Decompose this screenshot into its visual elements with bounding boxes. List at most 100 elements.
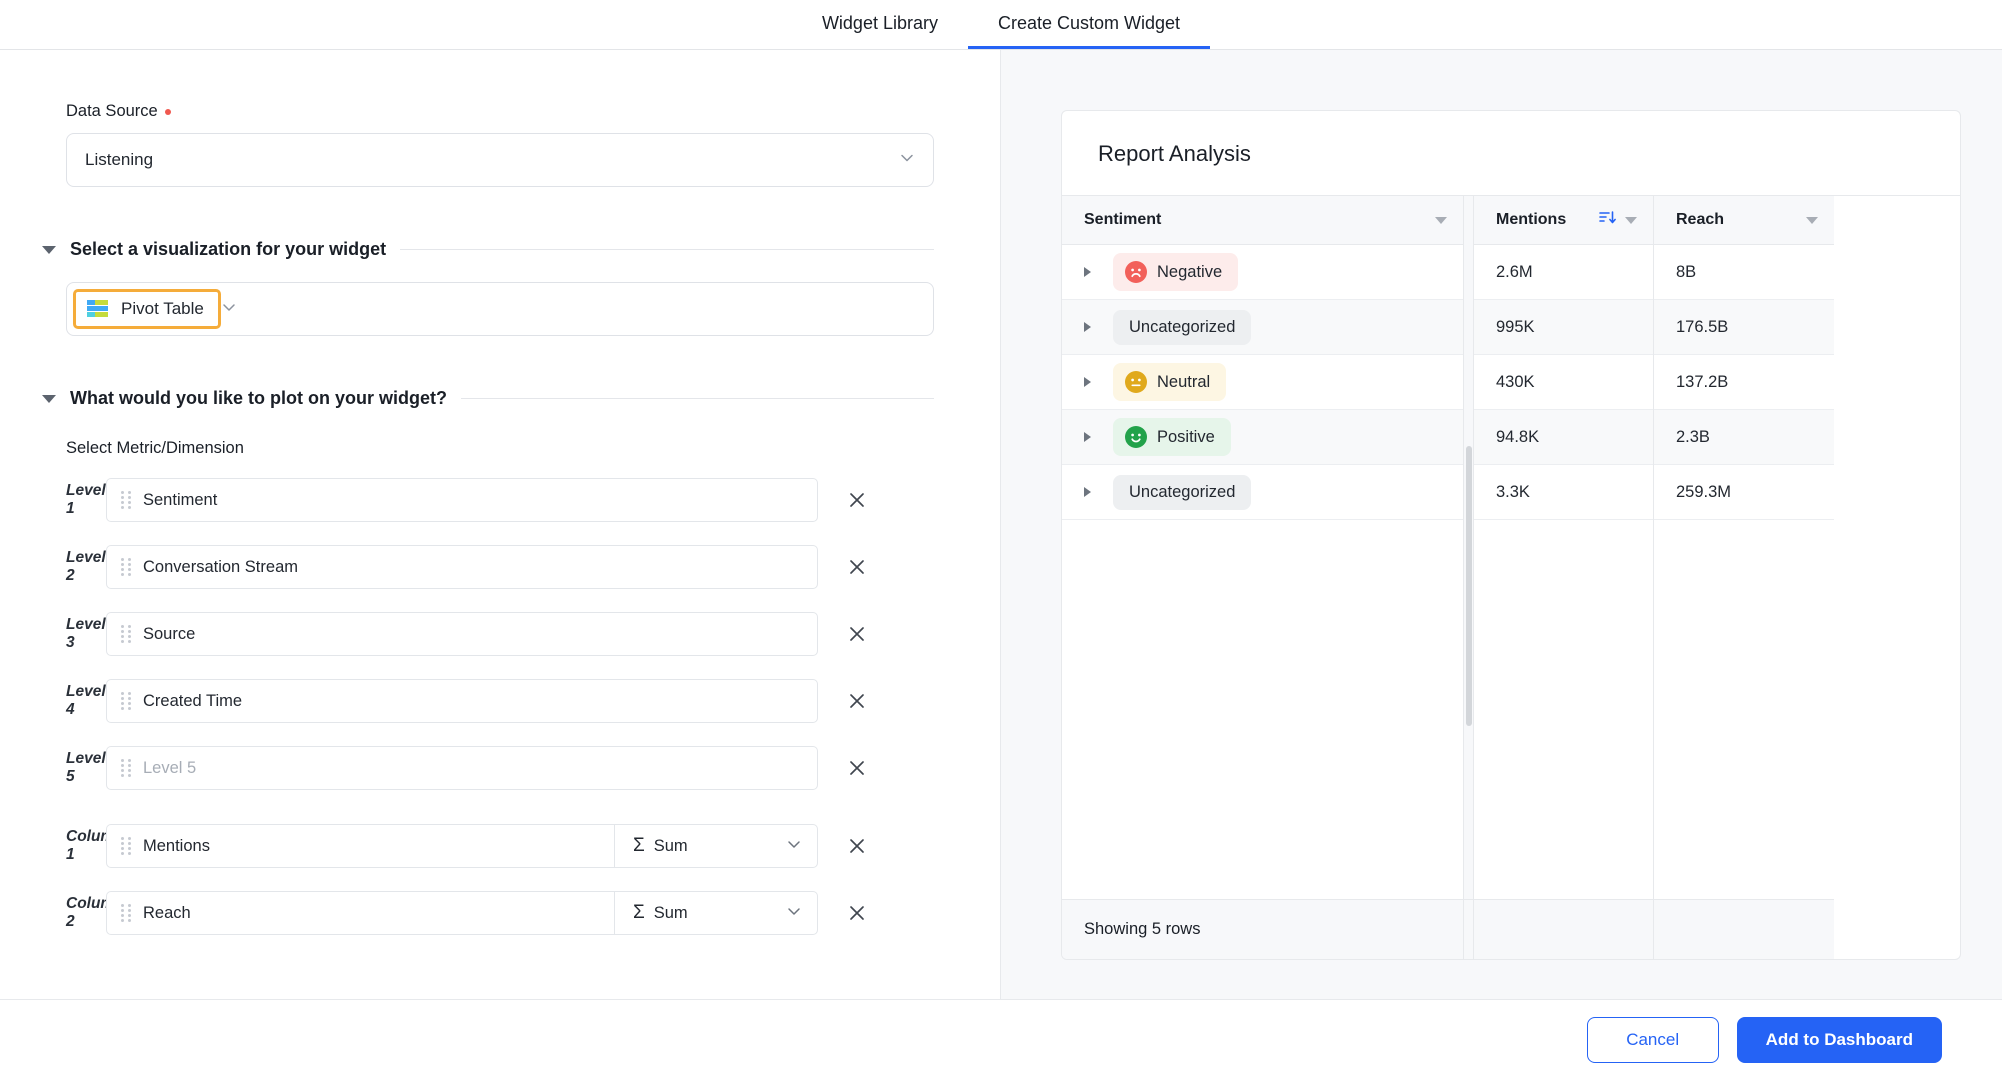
tab-widget-library[interactable]: Widget Library bbox=[792, 14, 968, 49]
caret-down-icon[interactable] bbox=[42, 394, 56, 403]
close-icon[interactable] bbox=[838, 894, 876, 932]
footer-mentions-cell bbox=[1474, 899, 1654, 959]
drag-handle-icon[interactable] bbox=[121, 624, 132, 644]
chevron-down-icon bbox=[899, 150, 915, 171]
cancel-button[interactable]: Cancel bbox=[1586, 1016, 1719, 1063]
level-row-list: Level 1 Sentiment Level 2 Conversation Stre… bbox=[0, 474, 1000, 794]
tab-create-custom-widget[interactable]: Create Custom Widget bbox=[967, 14, 1211, 49]
caret-right-icon[interactable] bbox=[1084, 377, 1091, 387]
footer-gutter bbox=[1464, 899, 1474, 959]
empty-area bbox=[1062, 520, 1463, 899]
close-icon[interactable] bbox=[838, 481, 876, 519]
sort-descending-icon[interactable] bbox=[1599, 210, 1617, 230]
smile-face-icon bbox=[1125, 426, 1147, 448]
plot-section-header: What would you like to plot on your widg… bbox=[42, 388, 934, 409]
preview-card: Report Analysis Sentiment Negative Uncate… bbox=[1061, 110, 1961, 960]
chevron-down-icon[interactable] bbox=[1435, 216, 1447, 224]
sentiment-label: Positive bbox=[1157, 427, 1215, 446]
drag-handle-icon[interactable] bbox=[121, 758, 132, 778]
level-row: Level 4 Created Time bbox=[0, 675, 1000, 727]
pivot-footer-row: Showing 5 rows bbox=[1062, 899, 1960, 959]
column-label: Column 2 bbox=[66, 895, 124, 930]
level-row: Level 1 Sentiment bbox=[0, 474, 1000, 526]
level-label: Level 3 bbox=[66, 616, 106, 651]
close-icon[interactable] bbox=[838, 682, 876, 720]
column-field-value: Mentions bbox=[143, 836, 210, 855]
mentions-cell: 2.6M bbox=[1474, 245, 1653, 300]
column-header-sentiment[interactable]: Sentiment bbox=[1062, 196, 1463, 245]
drag-handle-icon[interactable] bbox=[121, 490, 132, 510]
column-row-list: Column 1 Mentions Σ Sum Column 2 Reach Σ Sum bbox=[0, 820, 1000, 939]
reach-cell: 137.2B bbox=[1654, 355, 1834, 410]
level-field-3[interactable]: Source bbox=[106, 612, 818, 656]
level-label: Level 4 bbox=[66, 683, 106, 718]
data-source-value: Listening bbox=[85, 150, 154, 169]
sentiment-badge: Uncategorized bbox=[1113, 474, 1252, 510]
sentiment-label: Uncategorized bbox=[1129, 482, 1236, 501]
sentiment-label: Neutral bbox=[1157, 372, 1211, 391]
mentions-cell: 3.3K bbox=[1474, 465, 1653, 520]
column-header-label: Sentiment bbox=[1084, 211, 1162, 228]
caret-right-icon[interactable] bbox=[1084, 487, 1091, 497]
aggregation-select-1[interactable]: Σ Sum bbox=[614, 824, 818, 868]
data-source-label: Data Source bbox=[66, 102, 1000, 121]
vertical-scrollbar[interactable] bbox=[1464, 196, 1474, 899]
level-field-value: Sentiment bbox=[143, 490, 218, 509]
column-header-mentions[interactable]: Mentions bbox=[1474, 196, 1653, 245]
top-tab-bar: Widget Library Create Custom Widget bbox=[0, 0, 2002, 50]
sigma-icon: Σ bbox=[633, 835, 645, 856]
table-row: Uncategorized bbox=[1062, 300, 1463, 355]
scrollbar-thumb[interactable] bbox=[1466, 446, 1472, 726]
close-icon[interactable] bbox=[838, 749, 876, 787]
reach-cell: 259.3M bbox=[1654, 465, 1834, 520]
level-field-5[interactable]: Level 5 bbox=[106, 746, 818, 790]
caret-right-icon[interactable] bbox=[1084, 322, 1091, 332]
pivot-column-reach: Reach 8B 176.5B 137.2B 2.3B 259.3M bbox=[1654, 196, 1834, 899]
data-source-select[interactable]: Listening bbox=[66, 133, 934, 187]
page-body: Data Source Listening Select a visualiza… bbox=[0, 50, 2002, 1079]
reach-cell: 8B bbox=[1654, 245, 1834, 300]
neutral-face-icon bbox=[1125, 371, 1147, 393]
level-field-2[interactable]: Conversation Stream bbox=[106, 545, 818, 589]
caret-right-icon[interactable] bbox=[1084, 432, 1091, 442]
column-header-label: Reach bbox=[1676, 211, 1725, 228]
widget-config-panel: Data Source Listening Select a visualiza… bbox=[0, 50, 1000, 1079]
drag-handle-icon[interactable] bbox=[121, 836, 132, 856]
caret-right-icon[interactable] bbox=[1084, 267, 1091, 277]
pivot-table-icon bbox=[87, 299, 109, 319]
drag-handle-icon[interactable] bbox=[121, 903, 132, 923]
visualization-select[interactable]: Pivot Table bbox=[66, 282, 934, 336]
select-metric-dimension-label: Select Metric/Dimension bbox=[66, 439, 244, 457]
pivot-column-mentions: Mentions 2.6M 995K 430K 94.8K 3.3K bbox=[1474, 196, 1654, 899]
mentions-cell: 94.8K bbox=[1474, 410, 1653, 465]
level-label: Level 5 bbox=[66, 750, 106, 785]
sentiment-badge: Uncategorized bbox=[1113, 309, 1252, 345]
action-bar: Cancel Add to Dashboard bbox=[0, 999, 2002, 1079]
sentiment-badge: Negative bbox=[1113, 253, 1239, 291]
drag-handle-icon[interactable] bbox=[121, 557, 132, 577]
close-icon[interactable] bbox=[838, 615, 876, 653]
close-icon[interactable] bbox=[838, 548, 876, 586]
add-to-dashboard-button[interactable]: Add to Dashboard bbox=[1736, 1016, 1942, 1063]
chevron-down-icon bbox=[221, 299, 237, 320]
aggregation-value: Sum bbox=[653, 903, 688, 922]
drag-handle-icon[interactable] bbox=[121, 691, 132, 711]
level-field-4[interactable]: Created Time bbox=[106, 679, 818, 723]
pivot-table: Sentiment Negative Uncategorized Neutral Po… bbox=[1062, 195, 1960, 899]
close-icon[interactable] bbox=[838, 827, 876, 865]
frown-face-icon bbox=[1125, 261, 1147, 283]
column-header-reach[interactable]: Reach bbox=[1654, 196, 1834, 245]
column-field-2[interactable]: Reach bbox=[106, 891, 614, 935]
required-dot-icon bbox=[164, 108, 171, 115]
caret-down-icon[interactable] bbox=[42, 245, 56, 254]
sentiment-label: Uncategorized bbox=[1129, 317, 1236, 336]
aggregation-select-2[interactable]: Σ Sum bbox=[614, 891, 818, 935]
visualization-selected-label: Pivot Table bbox=[121, 299, 204, 318]
chevron-down-icon[interactable] bbox=[1625, 216, 1637, 224]
level-field-1[interactable]: Sentiment bbox=[106, 478, 818, 522]
column-field-1[interactable]: Mentions bbox=[106, 824, 614, 868]
chevron-down-icon[interactable] bbox=[1806, 216, 1818, 224]
level-field-value: Level 5 bbox=[143, 758, 197, 777]
level-field-value: Created Time bbox=[143, 691, 243, 710]
visualization-selected-chip-pivot-table[interactable]: Pivot Table bbox=[73, 289, 221, 329]
